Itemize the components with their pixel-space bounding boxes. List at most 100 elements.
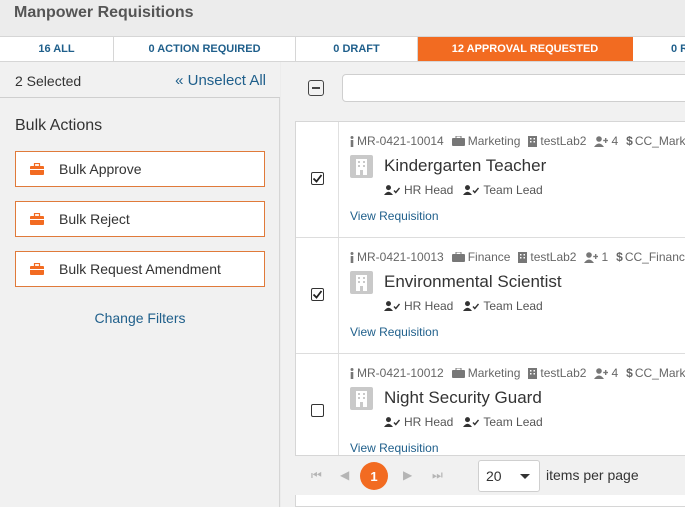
- bulk-request-amendment-label: Bulk Request Amendment: [59, 261, 221, 277]
- tab-all[interactable]: 16 ALL: [0, 37, 114, 61]
- last-page-icon[interactable]: ⏭: [432, 468, 443, 483]
- tab-draft[interactable]: 0 DRAFT: [296, 37, 418, 61]
- row-checkbox[interactable]: [311, 288, 324, 301]
- user-check-icon: [463, 417, 480, 427]
- info-icon: [350, 135, 354, 147]
- requisition-count: 4: [611, 366, 619, 380]
- row-checkbox[interactable]: [311, 404, 324, 417]
- requisition-cost-center: CC_Financ: [624, 250, 685, 264]
- dollar-icon: $: [616, 250, 623, 264]
- dollar-icon: $: [626, 134, 633, 148]
- approver-team-lead: Team Lead: [483, 299, 543, 313]
- pagination: ⏮ ◀ 1 ▶ ⏭ 20 items per page: [295, 455, 685, 495]
- info-icon: [350, 367, 354, 379]
- checkmark-icon: [312, 290, 323, 299]
- job-title: Night Security Guard: [384, 388, 542, 407]
- approvers: HR Head Team Lead: [384, 183, 553, 197]
- requisition-id: MR-0421-10012: [357, 366, 444, 380]
- requisition-meta: MR-0421-10014 Marketing testLab2 4 $ CC_M…: [350, 134, 685, 148]
- dollar-icon: $: [626, 366, 633, 380]
- view-requisition-link[interactable]: View Requisition: [350, 325, 439, 339]
- requisition-department: Marketing: [467, 366, 521, 380]
- requisition-row: MR-0421-10013 Finance testLab2 1 $ CC_Fin…: [296, 238, 685, 354]
- chevron-down-icon: [520, 474, 530, 479]
- user-plus-icon: [584, 251, 599, 263]
- main-panel: MR-0421-10014 Marketing testLab2 4 $ CC_M…: [281, 62, 685, 507]
- page-1-button[interactable]: 1: [360, 462, 388, 490]
- requisition-cost-center: CC_Mark: [634, 366, 685, 380]
- approver-hr-head: HR Head: [404, 299, 454, 313]
- building-icon: [350, 271, 373, 294]
- requisition-meta: MR-0421-10012 Marketing testLab2 4 $ CC_M…: [350, 366, 685, 380]
- prev-page-icon[interactable]: ◀: [340, 468, 349, 482]
- briefcase-icon: [30, 263, 44, 275]
- job-title: Environmental Scientist: [384, 272, 562, 291]
- search-input[interactable]: [342, 74, 685, 102]
- row-checkbox-cell: [296, 238, 339, 353]
- page-size-select[interactable]: 20: [478, 460, 540, 492]
- tab-r[interactable]: 0 R: [633, 37, 685, 61]
- selected-count: 2 Selected: [15, 73, 82, 89]
- building-icon: [528, 367, 538, 379]
- bulk-approve-label: Bulk Approve: [59, 161, 142, 177]
- view-requisition-link[interactable]: View Requisition: [350, 209, 439, 223]
- approvers: HR Head Team Lead: [384, 299, 553, 313]
- unselect-all-link[interactable]: « Unselect All: [175, 72, 266, 89]
- user-plus-icon: [594, 135, 609, 147]
- briefcase-icon: [451, 368, 465, 378]
- requisition-department: Finance: [467, 250, 511, 264]
- requisition-lab: testLab2: [540, 366, 587, 380]
- requisition-department: Marketing: [467, 134, 521, 148]
- requisition-meta: MR-0421-10013 Finance testLab2 1 $ CC_Fin…: [350, 250, 685, 264]
- user-check-icon: [384, 417, 400, 427]
- selection-bar: 2 Selected « Unselect All: [0, 62, 280, 98]
- page-title: Manpower Requisitions: [14, 4, 194, 21]
- building-icon: [528, 135, 538, 147]
- briefcase-icon: [451, 136, 465, 146]
- requisition-cost-center: CC_Mark: [634, 134, 685, 148]
- requisition-row: MR-0421-10012 Marketing testLab2 4 $ CC_M…: [296, 354, 685, 470]
- job-title: Kindergarten Teacher: [384, 156, 547, 175]
- bulk-approve-button[interactable]: Bulk Approve: [15, 151, 265, 187]
- requisition-count: 4: [611, 134, 619, 148]
- collapse-all-icon[interactable]: [308, 80, 324, 96]
- page-header: Manpower Requisitions: [0, 0, 685, 36]
- building-icon: [518, 251, 528, 263]
- requisition-lab: testLab2: [530, 250, 577, 264]
- requisition-id: MR-0421-10013: [357, 250, 444, 264]
- briefcase-icon: [451, 252, 465, 262]
- bulk-reject-button[interactable]: Bulk Reject: [15, 201, 265, 237]
- user-check-icon: [384, 301, 400, 311]
- sidebar: 2 Selected « Unselect All Bulk Actions B…: [0, 62, 280, 507]
- view-requisition-link[interactable]: View Requisition: [350, 441, 439, 455]
- page-size-value: 20: [486, 468, 502, 484]
- row-checkbox[interactable]: [311, 172, 324, 185]
- approver-team-lead: Team Lead: [483, 415, 543, 429]
- tab-action-required[interactable]: 0 ACTION REQUIRED: [114, 37, 296, 61]
- row-checkbox-cell: [296, 122, 339, 237]
- next-page-icon[interactable]: ▶: [403, 468, 412, 482]
- bulk-request-amendment-button[interactable]: Bulk Request Amendment: [15, 251, 265, 287]
- requisition-row: MR-0421-10014 Marketing testLab2 4 $ CC_M…: [296, 122, 685, 238]
- user-check-icon: [463, 301, 480, 311]
- status-tabs: 16 ALL 0 ACTION REQUIRED 0 DRAFT 12 APPR…: [0, 36, 685, 62]
- row-checkbox-cell: [296, 354, 339, 469]
- checkmark-icon: [312, 174, 323, 183]
- approver-hr-head: HR Head: [404, 183, 454, 197]
- approver-team-lead: Team Lead: [483, 183, 543, 197]
- approvers: HR Head Team Lead: [384, 415, 553, 429]
- bulk-actions-title: Bulk Actions: [15, 117, 103, 134]
- info-icon: [350, 251, 354, 263]
- briefcase-icon: [30, 163, 44, 175]
- tab-approval-requested[interactable]: 12 APPROVAL REQUESTED: [418, 37, 633, 61]
- bulk-reject-label: Bulk Reject: [59, 211, 130, 227]
- requisition-id: MR-0421-10014: [357, 134, 444, 148]
- first-page-icon[interactable]: ⏮: [311, 468, 322, 483]
- user-check-icon: [384, 185, 400, 195]
- items-per-page-label: items per page: [546, 467, 639, 483]
- building-icon: [350, 155, 373, 178]
- user-plus-icon: [594, 367, 609, 379]
- building-icon: [350, 387, 373, 410]
- approver-hr-head: HR Head: [404, 415, 454, 429]
- change-filters-link[interactable]: Change Filters: [0, 310, 280, 326]
